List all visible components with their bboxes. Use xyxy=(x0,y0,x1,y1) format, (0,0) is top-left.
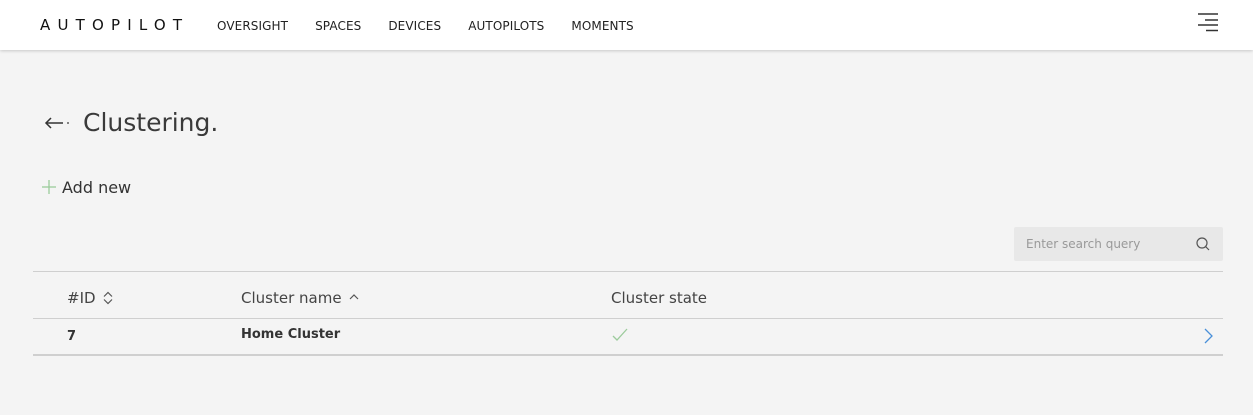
page-title: Clustering. xyxy=(83,108,219,137)
nav-item-oversight[interactable]: OVERSIGHT xyxy=(217,19,288,33)
nav-item-spaces[interactable]: SPACES xyxy=(315,19,361,33)
cell-cluster-name: Home Cluster xyxy=(241,327,341,342)
main-nav: OVERSIGHT SPACES DEVICES AUTOPILOTS MOME… xyxy=(217,19,661,33)
table-row[interactable]: 7 Home Cluster xyxy=(33,319,1223,356)
nav-item-moments[interactable]: MOMENTS xyxy=(571,19,633,33)
page-header: Clustering. xyxy=(43,108,218,137)
table-header: #ID Cluster name Cluster state xyxy=(33,271,1223,319)
cell-id: 7 xyxy=(67,329,77,344)
column-label-cluster-state: Cluster state xyxy=(611,289,708,307)
search-icon[interactable] xyxy=(1195,236,1211,252)
add-new-label: Add new xyxy=(62,178,132,197)
chevron-right-icon[interactable] xyxy=(1202,327,1214,345)
nav-item-devices[interactable]: DEVICES xyxy=(388,19,441,33)
add-new-button[interactable]: Add new xyxy=(42,178,131,197)
search-box xyxy=(1014,227,1223,261)
column-header-id[interactable]: #ID xyxy=(67,289,114,307)
clusters-table: #ID Cluster name Cluster state 7 Home Cl… xyxy=(33,271,1223,356)
app-logo[interactable]: AUTOPILOT xyxy=(40,16,189,34)
column-label-id: #ID xyxy=(67,289,96,307)
column-header-cluster-state: Cluster state xyxy=(611,289,707,307)
sort-unsorted-icon xyxy=(103,291,112,305)
column-label-cluster-name: Cluster name xyxy=(241,289,342,307)
search-input[interactable] xyxy=(1014,227,1184,261)
column-header-cluster-name[interactable]: Cluster name xyxy=(241,289,360,307)
nav-item-autopilots[interactable]: AUTOPILOTS xyxy=(468,19,544,33)
plus-icon xyxy=(42,179,56,194)
back-arrow-icon[interactable] xyxy=(43,115,71,131)
top-navigation-bar: AUTOPILOT OVERSIGHT SPACES DEVICES AUTOP… xyxy=(0,0,1253,50)
check-icon xyxy=(612,328,628,341)
hamburger-menu-icon[interactable] xyxy=(1196,12,1220,34)
sort-ascending-icon xyxy=(349,294,358,300)
